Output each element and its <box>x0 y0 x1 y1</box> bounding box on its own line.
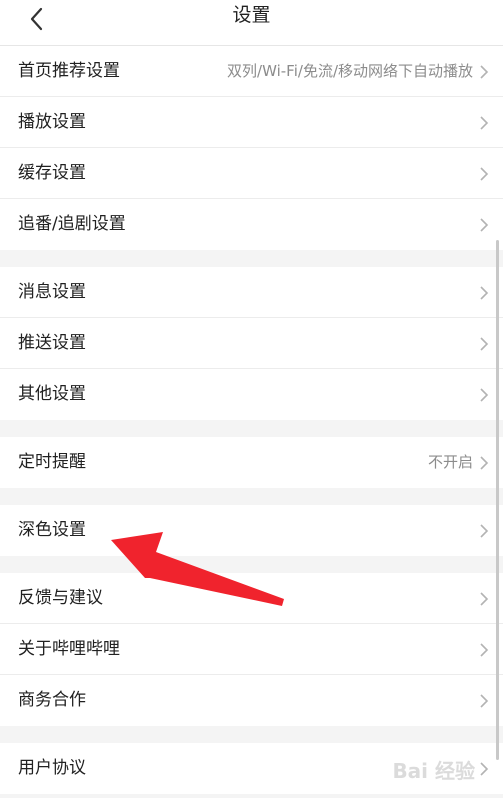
chevron-right-icon <box>480 218 489 232</box>
chevron-right-icon <box>480 592 489 606</box>
chevron-right-icon <box>480 286 489 300</box>
chevron-right-icon <box>480 388 489 402</box>
setting-label: 商务合作 <box>18 690 86 710</box>
setting-row-follow[interactable]: 追番/追剧设置 <box>0 199 503 250</box>
setting-row-feedback[interactable]: 反馈与建议 <box>0 573 503 624</box>
setting-label: 推送设置 <box>18 333 86 353</box>
setting-label: 消息设置 <box>18 282 86 302</box>
setting-row-message[interactable]: 消息设置 <box>0 267 503 318</box>
chevron-right-icon <box>480 456 489 470</box>
setting-label: 其他设置 <box>18 384 86 404</box>
chevron-right-icon <box>480 524 489 538</box>
setting-row-playback[interactable]: 播放设置 <box>0 97 503 148</box>
setting-label: 追番/追剧设置 <box>18 214 126 234</box>
setting-row-timer[interactable]: 定时提醒 不开启 <box>0 437 503 488</box>
chevron-right-icon <box>480 65 489 79</box>
setting-row-home-recommend[interactable]: 首页推荐设置 双列/Wi-Fi/免流/移动网络下自动播放 <box>0 46 503 97</box>
page-title: 设置 <box>232 4 271 26</box>
watermark-logo-icon: Bai 经验 <box>367 754 497 794</box>
section-gap <box>0 488 503 505</box>
setting-label: 定时提醒 <box>18 452 86 472</box>
section-gap <box>0 726 503 743</box>
scrollbar[interactable] <box>496 240 499 760</box>
chevron-right-icon <box>480 337 489 351</box>
setting-label: 缓存设置 <box>18 163 86 183</box>
setting-row-push[interactable]: 推送设置 <box>0 318 503 369</box>
section-gap <box>0 556 503 573</box>
section-gap <box>0 250 503 267</box>
setting-row-dark-mode[interactable]: 深色设置 <box>0 505 503 556</box>
setting-label: 深色设置 <box>18 520 86 540</box>
chevron-right-icon <box>480 167 489 181</box>
setting-row-other[interactable]: 其他设置 <box>0 369 503 420</box>
chevron-right-icon <box>480 643 489 657</box>
setting-label: 首页推荐设置 <box>18 61 120 81</box>
settings-list: 首页推荐设置 双列/Wi-Fi/免流/移动网络下自动播放 播放设置 缓存设置 追… <box>0 46 503 794</box>
setting-label: 播放设置 <box>18 112 86 132</box>
header-bar: 设置 <box>0 0 503 46</box>
setting-label: 反馈与建议 <box>18 588 103 608</box>
setting-row-about[interactable]: 关于哔哩哔哩 <box>0 624 503 675</box>
setting-label: 用户协议 <box>18 758 86 778</box>
section-gap <box>0 420 503 437</box>
chevron-right-icon <box>480 116 489 130</box>
setting-value: 不开启 <box>427 453 473 471</box>
setting-value: 双列/Wi-Fi/免流/移动网络下自动播放 <box>227 62 473 80</box>
watermark-text: Bai 经验 <box>392 759 475 783</box>
setting-row-business[interactable]: 商务合作 <box>0 675 503 726</box>
chevron-right-icon <box>480 694 489 708</box>
setting-row-cache[interactable]: 缓存设置 <box>0 148 503 199</box>
setting-label: 关于哔哩哔哩 <box>18 639 120 659</box>
